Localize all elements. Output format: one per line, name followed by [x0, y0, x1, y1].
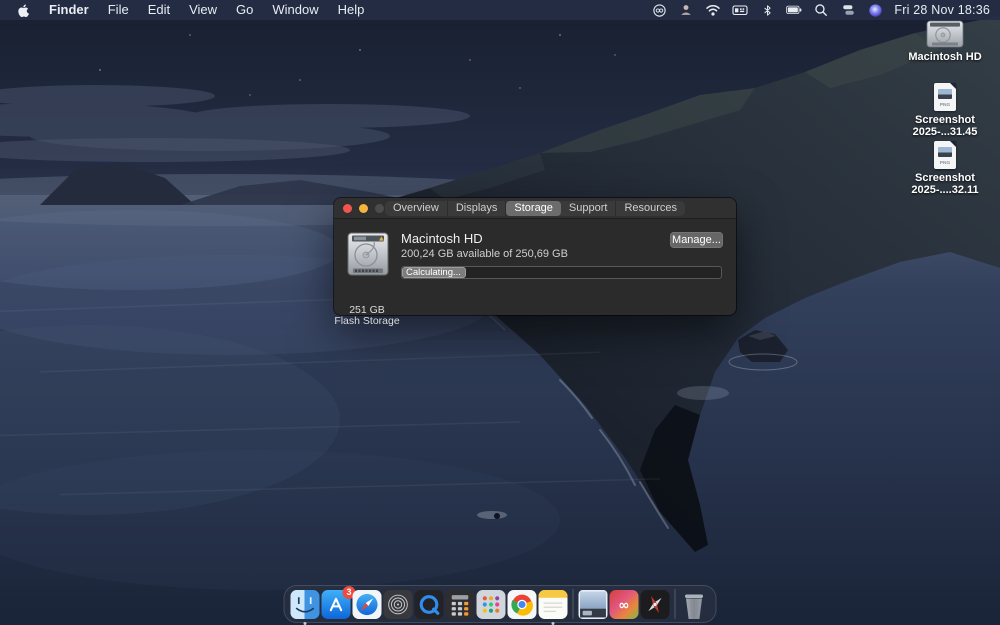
- drive-availability: 200,24 GB available of 250,69 GB: [401, 248, 568, 260]
- tab-resources[interactable]: Resources: [616, 201, 685, 216]
- traffic-lights: [343, 204, 384, 213]
- menubar-menus: Finder File Edit View Go Window Help: [0, 0, 364, 20]
- calculating-segment: Calculating...: [402, 267, 466, 278]
- dock-time-machine[interactable]: [383, 589, 413, 619]
- menubar: Finder File Edit View Go Window Help Fri…: [0, 0, 1000, 20]
- desktop-icon-screenshot-1[interactable]: PNG Screenshot 2025-...31.45: [890, 83, 1000, 138]
- time-machine-icon: [383, 589, 413, 619]
- manage-button[interactable]: Manage...: [670, 232, 723, 248]
- wifi-icon[interactable]: [705, 2, 721, 18]
- battery-icon[interactable]: [786, 2, 802, 18]
- storage-pane: 251 GB Flash Storage Macintosh HD 200,24…: [334, 219, 736, 327]
- pinwheel-app-icon: [640, 589, 670, 619]
- dock-app-store[interactable]: 3: [321, 585, 356, 619]
- apple-menu-icon[interactable]: [14, 2, 30, 18]
- menu-window[interactable]: Window: [272, 0, 318, 20]
- tab-bar: Overview Displays Storage Support Resour…: [384, 200, 686, 216]
- desktop-label: Screenshot 2025-...31.45: [912, 114, 978, 138]
- desktop-label: Macintosh HD: [908, 51, 982, 63]
- window-titlebar[interactable]: Overview Displays Storage Support Resour…: [334, 198, 736, 219]
- desktop-icon-column: Macintosh HD PNG Screenshot 2025-...31.4…: [890, 0, 1000, 300]
- drive-name: Macintosh HD: [401, 231, 483, 246]
- keyboard-input-icon[interactable]: [732, 2, 748, 18]
- png-tag: PNG: [939, 101, 951, 108]
- dock-calculator[interactable]: [445, 589, 475, 619]
- calculator-icon: [445, 589, 475, 619]
- launchpad-icon: [476, 589, 506, 619]
- menu-edit[interactable]: Edit: [148, 0, 170, 20]
- dock-quicktime-player[interactable]: [414, 589, 444, 619]
- menu-help[interactable]: Help: [338, 0, 365, 20]
- siri-orb-icon[interactable]: [867, 2, 883, 18]
- bluetooth-icon[interactable]: [759, 2, 775, 18]
- chrome-icon: [507, 589, 537, 619]
- dock-notes[interactable]: [538, 589, 568, 625]
- creative-cloud-icon: ∞: [609, 589, 639, 619]
- finder-icon: [290, 589, 320, 619]
- storage-usage-bar: Calculating...: [401, 266, 722, 279]
- tab-support[interactable]: Support: [561, 200, 617, 216]
- tab-storage[interactable]: Storage: [506, 200, 561, 216]
- dock-launchpad[interactable]: [476, 589, 506, 619]
- png-file-icon: PNG: [934, 83, 956, 111]
- dock-separator: [674, 589, 676, 619]
- dock-chrome[interactable]: [507, 589, 537, 619]
- user-bust-icon[interactable]: [678, 2, 694, 18]
- about-this-mac-window: Overview Displays Storage Support Resour…: [334, 198, 736, 327]
- dock-trash[interactable]: [681, 590, 710, 619]
- desktop-icon-screenshot-2[interactable]: PNG Screenshot 2025-....32.11: [890, 141, 1000, 196]
- dock-safari[interactable]: [352, 589, 382, 619]
- png-file-icon: PNG: [934, 141, 956, 169]
- menubar-clock[interactable]: Fri 28 Nov 18:36: [894, 3, 990, 17]
- tab-displays[interactable]: Displays: [448, 200, 507, 216]
- dock-finder[interactable]: [290, 589, 320, 625]
- dock-separator: [572, 589, 574, 619]
- hard-drive-icon: [926, 20, 964, 48]
- desktop-label: Screenshot 2025-....32.11: [911, 172, 979, 196]
- dock-dark-pinwheel-app[interactable]: [640, 589, 670, 619]
- menu-file[interactable]: File: [108, 0, 129, 20]
- creative-cloud-icon[interactable]: [651, 2, 667, 18]
- notes-icon: [538, 589, 568, 619]
- safari-icon: [352, 589, 382, 619]
- trash-icon: [685, 594, 703, 619]
- window-stack-icon[interactable]: [840, 2, 856, 18]
- close-button[interactable]: [343, 204, 352, 213]
- dock: 3 ∞: [283, 585, 717, 625]
- hard-drive-icon: [347, 232, 389, 276]
- png-tag: PNG: [939, 159, 951, 166]
- zoom-button-disabled: [375, 204, 384, 213]
- dock-creative-cloud[interactable]: ∞: [609, 589, 639, 619]
- minimize-button[interactable]: [359, 204, 368, 213]
- menu-go[interactable]: Go: [236, 0, 253, 20]
- desktop-icon-macintosh-hd[interactable]: Macintosh HD: [890, 20, 1000, 63]
- tab-overview[interactable]: Overview: [385, 200, 448, 216]
- svg-text:∞: ∞: [618, 598, 629, 613]
- menubar-status: Fri 28 Nov 18:36: [651, 0, 1000, 20]
- menu-view[interactable]: View: [189, 0, 217, 20]
- quicktime-icon: [414, 589, 444, 619]
- spotlight-icon[interactable]: [813, 2, 829, 18]
- minimized-window-thumbnail: [578, 589, 608, 619]
- menu-finder[interactable]: Finder: [49, 0, 89, 20]
- dock-minimized-window[interactable]: [578, 589, 608, 619]
- drive-caption: 251 GB Flash Storage: [334, 304, 400, 327]
